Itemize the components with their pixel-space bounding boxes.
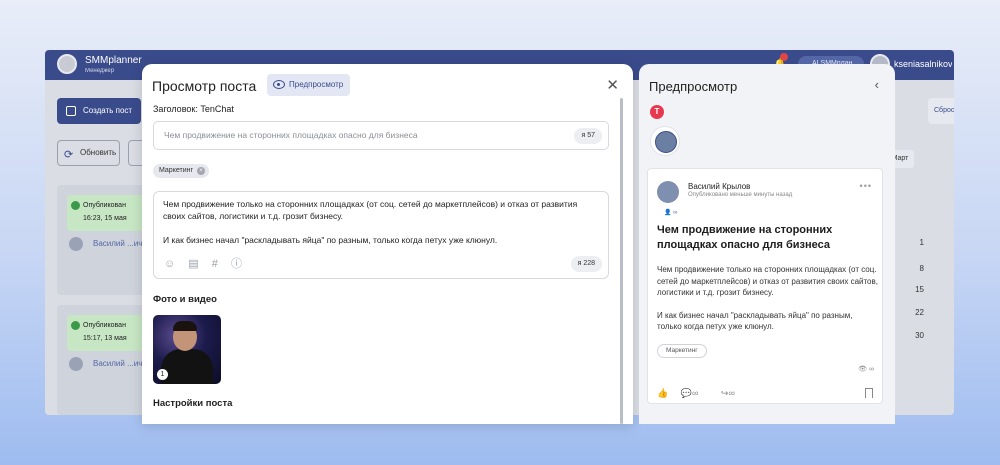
post-paragraph-1: Чем продвижение только на сторонних площ… (657, 265, 878, 297)
post-card-2[interactable]: Опубликован 15:17, 13 мая Василий ...ич (57, 305, 147, 415)
tag-chip[interactable]: Маркетинг × (153, 164, 210, 178)
username[interactable]: kseniasalnikova (894, 59, 952, 69)
author-name: Василий ...ич (93, 359, 143, 368)
preview-button[interactable]: Предпросмотр (267, 74, 350, 96)
heading-value: Чем продвижение на сторонних площадках о… (164, 130, 418, 140)
author-name: Василий Крылов (688, 182, 751, 191)
more-icon[interactable]: ••• (860, 181, 872, 191)
avatar (69, 237, 83, 251)
card-author: Василий ...ич (69, 357, 142, 371)
media-count: 1 (157, 369, 168, 380)
body-paragraph-1: Чем продвижение только на сторонних площ… (163, 199, 578, 221)
check-icon (71, 201, 80, 210)
create-post-button[interactable]: Создать пост (57, 98, 141, 124)
status-badge: Опубликован 16:23, 15 мая (67, 195, 147, 231)
hashtag-icon[interactable]: # (212, 258, 218, 270)
eye-icon (273, 80, 285, 89)
post-text: Чем продвижение только на сторонних площ… (657, 264, 879, 333)
template-icon[interactable]: ▤ (188, 258, 198, 270)
followers-count: 👤 ∞ (664, 210, 678, 216)
post-view-modal: Просмотр поста Предпросмотр ✕ Заголовок:… (142, 64, 633, 424)
post-heading: Чем продвижение на сторонних площадках о… (657, 224, 833, 251)
refresh-button[interactable]: ⟳ Обновить (57, 140, 120, 166)
post-timestamp: Опубликовано меньше минуты назад (688, 192, 793, 198)
body-counter: я 228 (570, 256, 602, 272)
preview-title: Предпросмотр (649, 79, 738, 94)
post-paragraph-2: И как бизнес начал "раскладывать яйца" п… (657, 310, 853, 332)
preview-button-label: Предпросмотр (289, 80, 344, 89)
calendar-day[interactable]: 1 (920, 238, 924, 247)
tenchat-logo-icon[interactable]: T (650, 105, 664, 119)
brand: SMMplanner Менеджер (85, 55, 142, 77)
brand-name: SMMplanner (85, 55, 142, 66)
reset-button[interactable]: Сброс (928, 98, 954, 124)
refresh-label: Обновить (80, 148, 117, 157)
chevron-left-icon[interactable]: ‹ (875, 77, 879, 92)
avatar (69, 357, 83, 371)
status-badge: Опубликован 15:17, 13 мая (67, 315, 147, 351)
media-thumbnail[interactable]: 1 (153, 315, 221, 384)
views-count: 👁 ∞ (858, 366, 874, 373)
heading-label: Заголовок: TenChat (153, 104, 234, 114)
heading-counter: я 57 (574, 128, 602, 144)
brand-role: Менеджер (85, 68, 115, 74)
preview-panel: Предпросмотр ‹ T Василий Крылов Опублико… (639, 64, 895, 424)
brand-logo (57, 54, 77, 74)
media-section-title: Фото и видео (153, 294, 217, 305)
image-icon (66, 106, 76, 116)
post-actions: 👍 💬∞ ↪∞ (657, 388, 755, 399)
body-paragraph-2: И как бизнес начал "раскладывать яйца" п… (163, 235, 498, 245)
author-avatar (657, 181, 679, 203)
refresh-icon: ⟳ (64, 149, 74, 161)
scrollbar[interactable] (620, 98, 623, 424)
post-time: 16:23, 15 мая (83, 215, 127, 222)
calendar-day[interactable]: 8 (920, 264, 924, 273)
create-post-label: Создать пост (83, 106, 133, 115)
like-icon[interactable]: 👍 (657, 388, 668, 398)
bookmark-icon[interactable] (865, 388, 873, 398)
comment-icon[interactable]: 💬∞ (681, 388, 709, 398)
status-text: Опубликован (83, 322, 126, 329)
calendar-day[interactable]: 15 (915, 285, 924, 294)
editor-toolbar: ☺ ▤ # ⓘ (164, 258, 252, 270)
post-time: 15:17, 13 мая (83, 335, 127, 342)
status-text: Опубликован (83, 202, 126, 209)
modal-title: Просмотр поста (152, 78, 257, 94)
card-author: Василий ...ич (69, 237, 142, 251)
post-preview-card: Василий Крылов Опубликовано меньше минут… (647, 168, 883, 404)
info-icon[interactable]: ⓘ (231, 258, 242, 270)
check-icon (71, 321, 80, 330)
tag-label: Маркетинг (159, 167, 194, 174)
heading-input[interactable]: Чем продвижение на сторонних площадках о… (153, 121, 609, 150)
author-name: Василий ...ич (93, 239, 143, 248)
post-body-editor[interactable]: Чем продвижение только на сторонних площ… (153, 191, 609, 279)
post-card-1[interactable]: Опубликован 16:23, 15 мая Василий ...ич (57, 185, 147, 295)
calendar-day[interactable]: 30 (915, 331, 924, 340)
share-icon[interactable]: ↪∞ (721, 388, 745, 398)
calendar-day[interactable]: 22 (915, 308, 924, 317)
post-tag[interactable]: Маркетинг (657, 344, 707, 358)
remove-tag-icon[interactable]: × (197, 167, 206, 175)
account-avatar[interactable] (650, 126, 680, 156)
settings-section-title: Настройки поста (153, 398, 233, 409)
emoji-icon[interactable]: ☺ (164, 258, 175, 270)
close-icon[interactable]: ✕ (606, 76, 619, 94)
